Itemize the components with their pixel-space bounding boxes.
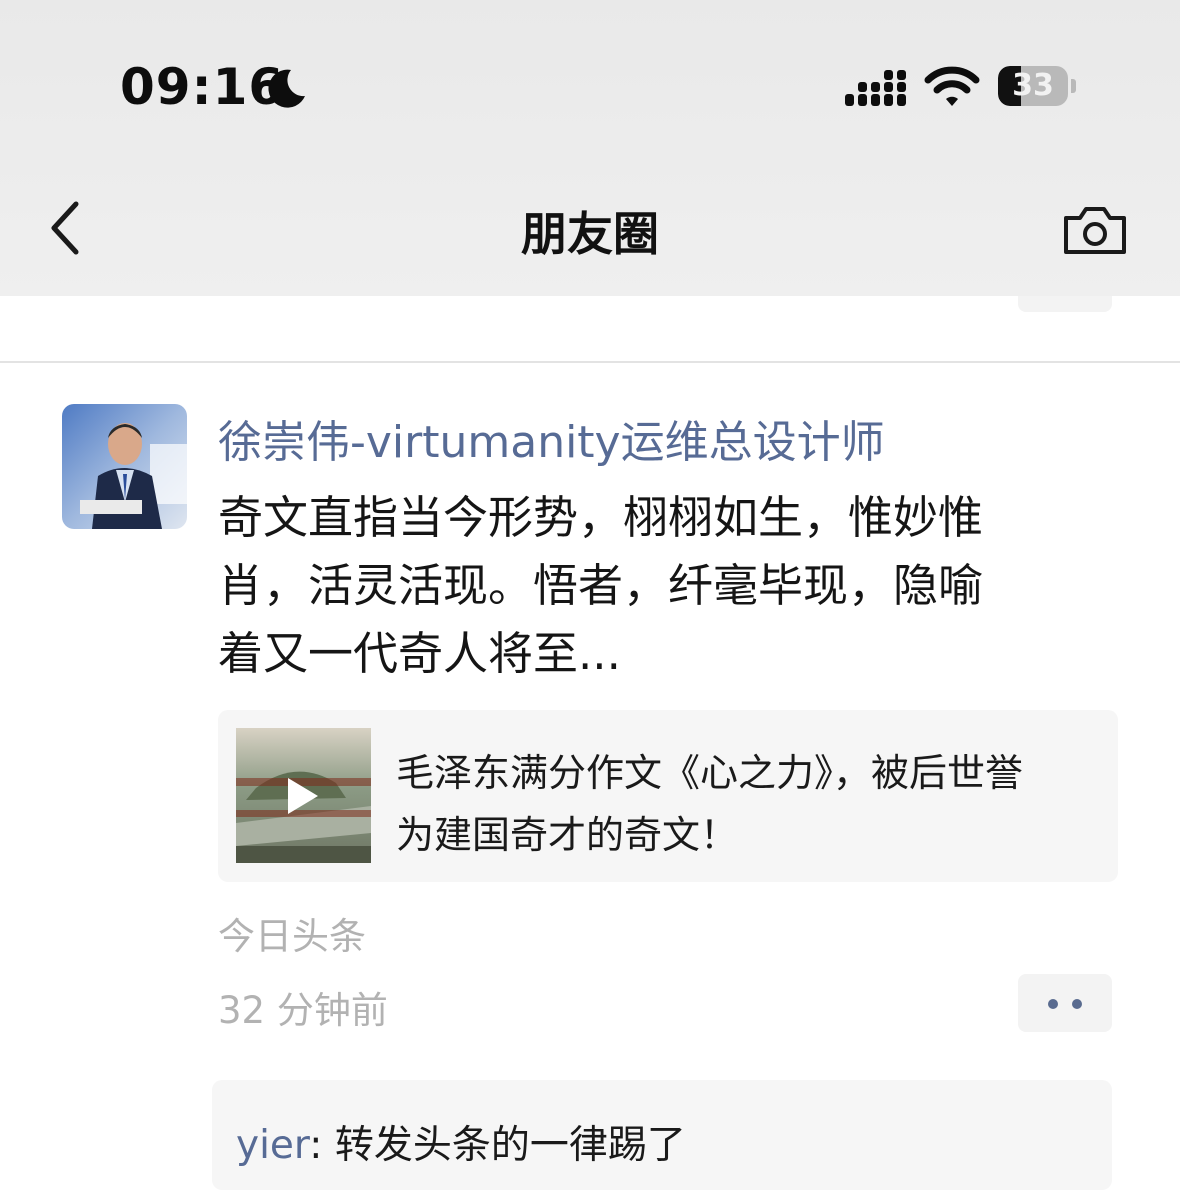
post-source[interactable]: 今日头条	[218, 906, 366, 960]
more-dot-icon	[1048, 999, 1058, 1009]
post-text-line: 肖，活灵活现。悟者，纤毫毕现，隐喻	[218, 559, 984, 612]
battery-level: 33	[1012, 68, 1054, 103]
battery-indicator: 33	[998, 66, 1076, 108]
post-divider	[0, 361, 1180, 363]
comment[interactable]: yier: 转发头条的一律踢了	[236, 1114, 686, 1170]
post-text-line: 奇文直指当今形势，栩栩如生，惟妙惟	[218, 491, 984, 544]
video-thumbnail	[236, 728, 371, 863]
comment-text: 转发头条的一律踢了	[334, 1123, 686, 1168]
cellular-signal-icon	[845, 70, 906, 106]
camera-icon[interactable]	[1062, 204, 1128, 256]
shared-link-card[interactable]: 毛泽东满分作文《心之力》，被后世誉 为建国奇才的奇文！	[218, 710, 1118, 882]
comment-user[interactable]: yier	[236, 1123, 309, 1168]
previous-post-remnant	[0, 296, 1180, 362]
moon-icon	[268, 69, 305, 108]
status-time: 09:16	[120, 58, 285, 116]
shared-link-title-line: 毛泽东满分作文《心之力》，被后世誉	[396, 751, 1024, 795]
post-text: 奇文直指当今形势，栩栩如生，惟妙惟 肖，活灵活现。悟者，纤毫毕现，隐喻 着又一代…	[218, 484, 1098, 688]
shared-link-title-line: 为建国奇才的奇文！	[396, 813, 739, 857]
top-bar: 09:16 33 朋友圈	[0, 0, 1180, 296]
shared-link-title: 毛泽东满分作文《心之力》，被后世誉 为建国奇才的奇文！	[396, 742, 1096, 866]
comment-separator: :	[309, 1123, 335, 1168]
post-author[interactable]: 徐崇伟-virtumanity运维总设计师	[218, 406, 885, 470]
post-text-line: 着又一代奇人将至...	[218, 627, 621, 680]
author-avatar[interactable]	[62, 404, 187, 529]
more-dot-icon	[1072, 999, 1082, 1009]
wifi-icon	[924, 66, 980, 106]
comment-area: yier: 转发头条的一律踢了	[212, 1080, 1112, 1190]
page-title: 朋友圈	[521, 207, 659, 261]
more-actions-button[interactable]	[1018, 974, 1112, 1032]
post-time: 32 分钟前	[218, 989, 388, 1032]
